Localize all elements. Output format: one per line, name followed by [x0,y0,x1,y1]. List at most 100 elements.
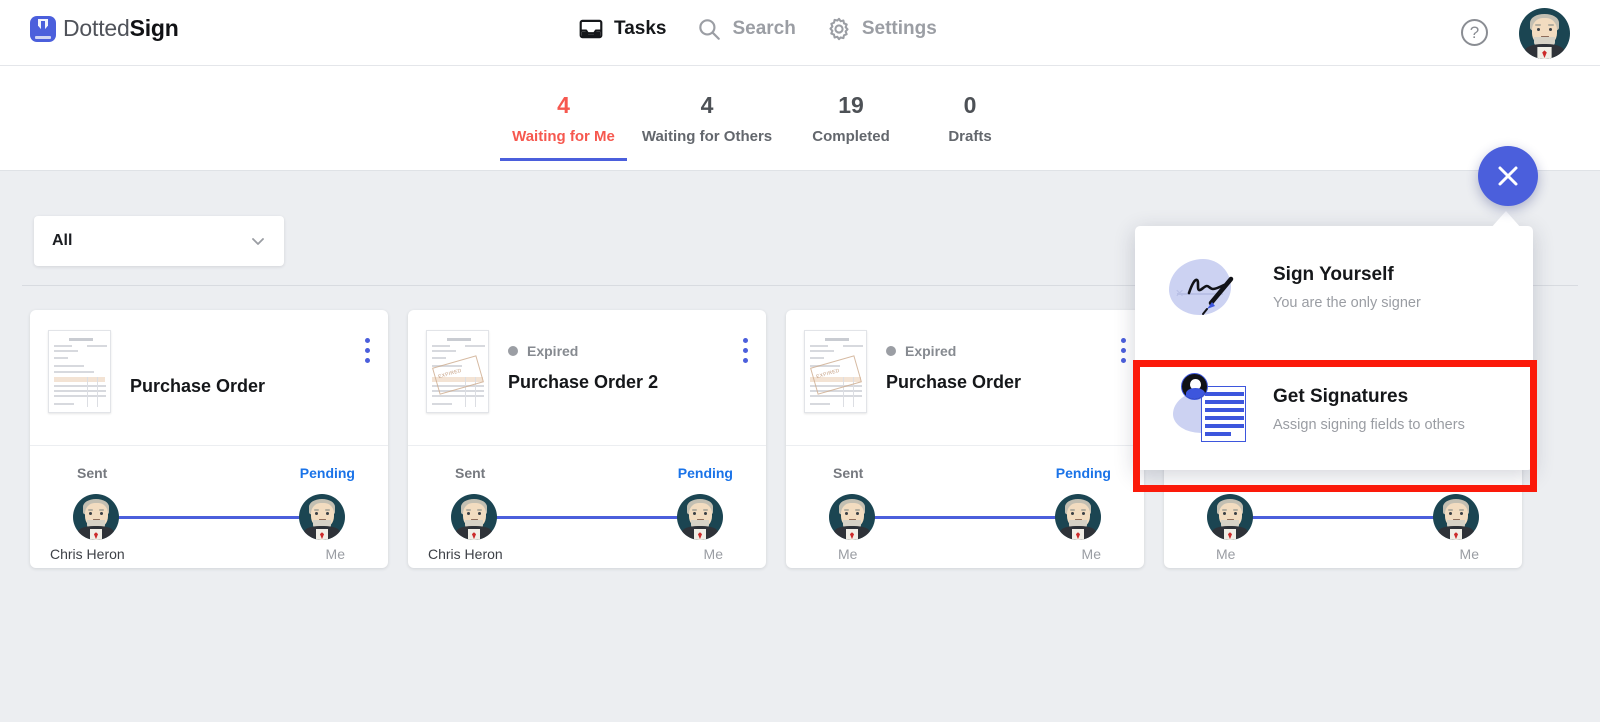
signer-avatar-right [1433,494,1479,540]
popup-option-subtitle: Assign signing fields to others [1273,416,1465,433]
signer-avatar-right [1055,494,1101,540]
thumb-title-line [447,338,471,341]
status-dot-icon [508,346,518,356]
signer-name-left: Chris Heron [428,546,503,562]
status-filter-value: All [52,232,73,249]
tab-drafts[interactable]: 0 Drafts [915,90,1025,161]
tab-waiting-for-me[interactable]: 4 Waiting for Me [500,90,627,161]
signer-avatar-right [299,494,345,540]
popup-option-get-signatures[interactable]: Get Signatures Assign signing fields to … [1135,348,1533,470]
help-icon[interactable]: ? [1461,19,1488,46]
status-dot-icon [886,346,896,356]
tab-waiting-for-others[interactable]: 4 Waiting for Others [627,90,787,161]
popup-option-text: Sign Yourself You are the only signer [1273,264,1421,311]
thumb-col [87,377,88,407]
status-pending: Pending [299,465,355,481]
signer-avatar-right [677,494,723,540]
signer-flow [786,494,1144,540]
document-thumbnail: EXPIRED [426,330,489,413]
thumb-line [54,403,74,405]
task-title: Purchase Order 2 [508,372,659,392]
signer-avatar-left [1207,494,1253,540]
task-tabs: 4 Waiting for Me 4 Waiting for Others 19… [500,90,1025,161]
tab-count-completed: 19 [838,92,864,118]
nav-item-search[interactable]: Search [696,16,796,42]
kebab-menu-icon[interactable] [365,338,370,368]
thumb-line [54,395,106,397]
gear-icon [826,16,852,42]
signer-avatar-left [829,494,875,540]
signer-flow-line [486,516,688,519]
thumb-line [54,350,78,352]
thumb-line [54,345,72,347]
status-badge-label: Expired [527,343,579,359]
close-create-menu-button[interactable] [1478,146,1538,206]
document-thumbnail: EXPIRED [804,330,867,413]
status-pending: Pending [1055,465,1111,481]
signer-name-left: Me [1216,546,1236,562]
popup-option-sign-yourself[interactable]: ✕ Sign Yourself You are the only signer [1135,226,1533,348]
document-assign-icon [1167,373,1249,445]
task-card-footer: Sent Pending Me Me [786,445,1144,568]
chevron-down-icon [250,233,266,249]
nav-item-settings[interactable]: Settings [826,16,937,42]
status-sent: Sent [455,465,486,481]
signer-avatar-left [73,494,119,540]
signer-name-right: Me [703,546,723,562]
nav-label-tasks: Tasks [614,18,667,39]
signer-flow [1164,494,1522,540]
task-card[interactable]: EXPIRED Expired Purchase Order Sent Pend… [786,310,1144,568]
search-icon [696,16,722,42]
document-thumbnail [48,330,111,413]
tab-completed[interactable]: 19 Completed [787,90,915,161]
task-card-footer: Sent Pending Chris Heron Me [408,445,766,568]
kebab-menu-icon[interactable] [1121,338,1126,368]
logo-text-thin: Dotted [63,15,130,41]
thumb-col [97,377,98,407]
tab-count-drafts: 0 [963,92,977,118]
task-card[interactable]: EXPIRED Expired Purchase Order 2 Sent Pe… [408,310,766,568]
kebab-menu-icon[interactable] [743,338,748,368]
status-filter-dropdown[interactable]: All [34,216,284,266]
status-badge: Expired [508,343,578,359]
task-tab-strip: 4 Waiting for Me 4 Waiting for Others 19… [0,66,1600,171]
user-avatar[interactable] [1519,8,1570,59]
inbox-icon [578,16,604,42]
signer-avatar-left [451,494,497,540]
thumb-title-line [825,338,849,341]
status-badge-label: Expired [905,343,957,359]
status-sent: Sent [833,465,864,481]
dottedsign-logo-icon [30,15,56,42]
signature-pen-icon: ✕ [1167,251,1249,323]
tab-label-completed: Completed [812,128,890,145]
popup-pointer [1490,211,1522,229]
signer-name-right: Me [1459,546,1479,562]
popup-option-subtitle: You are the only signer [1273,294,1421,311]
task-card-header: EXPIRED Expired Purchase Order 2 [408,310,766,445]
task-title: Purchase Order [886,372,1022,392]
thumb-title-line [69,338,93,341]
assign-person-badge-icon [1181,373,1208,400]
thumb-line [87,345,107,347]
status-pending: Pending [677,465,733,481]
main-nav: Tasks Search Settings [578,16,937,42]
nav-item-tasks[interactable]: Tasks [578,16,666,42]
logo-text-bold: Sign [129,15,179,41]
thumb-line [54,390,106,392]
app-logo[interactable]: DottedSign [30,15,179,42]
nav-label-search: Search [732,18,796,39]
signer-name-left: Chris Heron [50,546,125,562]
thumb-line [54,357,68,359]
close-x-icon [1498,166,1518,186]
thumb-line [54,385,106,387]
tab-count-waiting-for-others: 4 [700,92,714,118]
popup-option-text: Get Signatures Assign signing fields to … [1273,386,1465,433]
logo-wordmark: DottedSign [63,15,179,42]
task-title: Purchase Order [130,376,266,396]
signer-flow [30,494,388,540]
thumb-line [54,371,94,373]
signer-flow [408,494,766,540]
tab-label-drafts: Drafts [948,128,992,145]
task-card[interactable]: Purchase Order Sent Pending Chris Heron … [30,310,388,568]
signer-name-left: Me [838,546,858,562]
